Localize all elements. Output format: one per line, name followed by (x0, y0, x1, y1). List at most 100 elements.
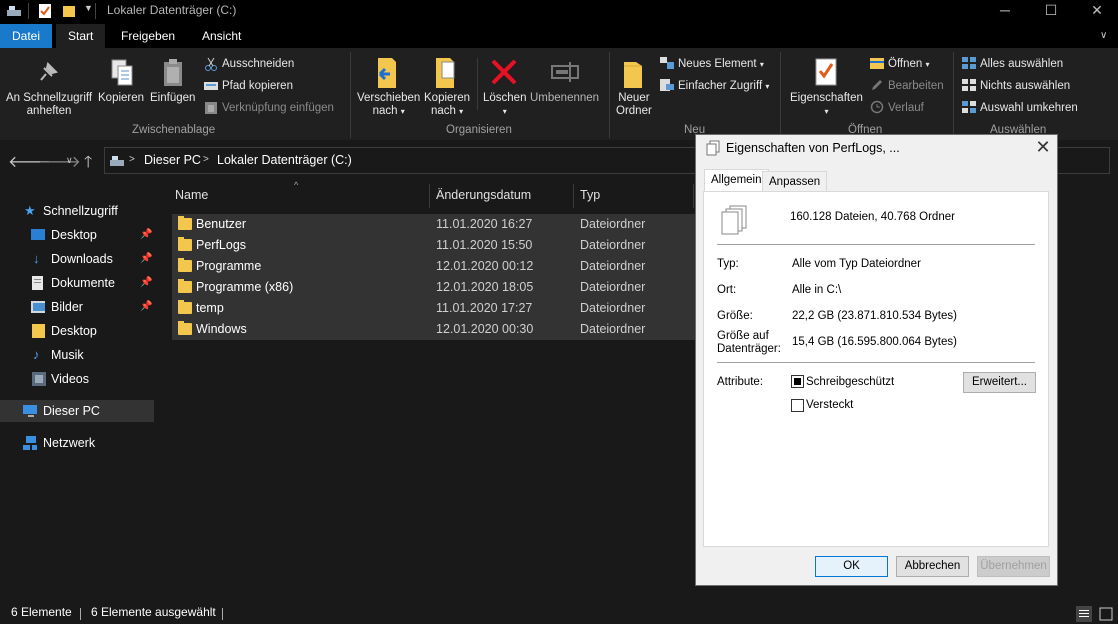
file-date: 12.01.2020 18:05 (436, 280, 534, 294)
customize-quick-access-icon[interactable]: ▼ (84, 3, 93, 13)
desktop-icon (31, 229, 45, 240)
nav-item-network[interactable]: Netzwerk (0, 432, 154, 454)
copy-to-icon (436, 58, 455, 88)
rename-button[interactable]: Umbenennen (530, 92, 599, 105)
tab-share[interactable]: Freigeben (109, 24, 187, 48)
pin-icon (40, 62, 58, 81)
nav-item-desktop-folder[interactable]: Desktop (0, 320, 154, 342)
nav-item-music[interactable]: ♪ Musik (0, 344, 154, 366)
nav-item-documents[interactable]: Dokumente 📌 (0, 272, 154, 294)
copy-icon (111, 59, 133, 86)
breadcrumb-separator-icon[interactable]: > (203, 154, 209, 165)
tab-general[interactable]: Allgemein (704, 169, 769, 192)
readonly-label[interactable]: Schreibgeschützt (806, 376, 894, 388)
attributes-label: Attribute: (717, 376, 764, 388)
tab-view[interactable]: Ansicht (190, 24, 253, 48)
minimize-button[interactable]: ─ (982, 0, 1028, 22)
readonly-checkbox[interactable] (791, 375, 804, 388)
nav-item-desktop[interactable]: Desktop 📌 (0, 224, 154, 246)
folder-icon (178, 300, 192, 314)
up-arrow-icon[interactable]: 🡑 (84, 151, 92, 178)
pin-icon[interactable]: 📌 (140, 272, 152, 294)
size-label: Größe: (717, 310, 753, 322)
size-value: 22,2 GB (23.871.810.534 Bytes) (792, 310, 957, 322)
table-row[interactable]: PerfLogs 11.01.2020 15:50 Dateiordner (172, 235, 696, 256)
multiple-files-large-icon (721, 205, 747, 235)
nav-item-this-pc[interactable]: Dieser PC (0, 400, 154, 422)
properties-dialog: Eigenschaften von PerfLogs, ... ✕ Allgem… (695, 134, 1058, 586)
details-view-icon[interactable] (1076, 606, 1092, 622)
tab-file[interactable]: Datei (0, 24, 53, 48)
recent-locations-chevron-icon[interactable]: ∨ (66, 155, 73, 166)
tab-customize[interactable]: Anpassen (762, 171, 828, 191)
open-button[interactable]: Öffnen ▾ (888, 55, 930, 73)
summary-counts: 160.128 Dateien, 40.768 Ordner (790, 211, 955, 223)
history-button[interactable]: Verlauf (888, 99, 924, 117)
edit-button[interactable]: Bearbeiten (888, 77, 944, 95)
new-item-button[interactable]: Neues Element ▾ (678, 55, 764, 73)
select-all-button[interactable]: Alles auswählen (980, 55, 1063, 73)
cut-button[interactable]: Ausschneiden (222, 55, 294, 73)
paste-shortcut-button[interactable]: Verknüpfung einfügen (222, 99, 334, 117)
nav-item-quick-access[interactable]: ★ Schnellzugriff (0, 200, 154, 222)
select-none-button[interactable]: Nichts auswählen (980, 77, 1070, 95)
copy-to-button[interactable]: Kopieren nach ▾ (424, 92, 470, 118)
new-folder-button[interactable]: Neuer Ordner (616, 92, 652, 118)
hidden-checkbox[interactable] (791, 399, 804, 412)
pin-icon[interactable]: 📌 (140, 248, 152, 270)
forward-arrow-icon[interactable]: 🡒 (38, 151, 81, 172)
table-row[interactable]: temp 11.01.2020 17:27 Dateiordner (172, 298, 696, 319)
new-folder-icon (624, 62, 642, 88)
download-icon: ↓ (33, 251, 40, 266)
advanced-button[interactable]: Erweitert... (963, 372, 1036, 393)
breadcrumb-this-pc[interactable]: Dieser PC (144, 153, 201, 167)
properties-button[interactable]: Eigenschaften ▾ (790, 92, 863, 118)
delete-button[interactable]: Löschen ▾ (483, 92, 526, 118)
breadcrumb-separator-icon[interactable]: > (129, 154, 135, 165)
ribbon-expand-icon[interactable]: ∨ (1100, 30, 1107, 41)
table-row[interactable]: Programme 12.01.2020 00:12 Dateiordner (172, 256, 696, 277)
apply-button[interactable]: Übernehmen (977, 556, 1050, 577)
cancel-button[interactable]: Abbrechen (896, 556, 969, 577)
nav-item-videos[interactable]: Videos (0, 368, 154, 390)
hidden-label[interactable]: Versteckt (806, 399, 853, 411)
paste-button[interactable]: Einfügen (150, 92, 195, 105)
new-folder-quick-icon[interactable] (62, 4, 76, 18)
table-row[interactable]: Windows 12.01.2020 00:30 Dateiordner (172, 319, 696, 340)
folder-icon (178, 321, 192, 335)
dialog-title: Eigenschaften von PerfLogs, ... (726, 141, 900, 155)
copy-path-button[interactable]: Pfad kopieren (222, 77, 293, 95)
ok-button[interactable]: OK (815, 556, 888, 577)
column-header-name[interactable]: Name (175, 188, 208, 202)
pictures-icon (31, 301, 45, 313)
table-row[interactable]: Benutzer 11.01.2020 16:27 Dateiordner (172, 214, 696, 235)
copy-button[interactable]: Kopieren (98, 92, 144, 105)
file-date: 11.01.2020 15:50 (436, 238, 533, 252)
dialog-close-icon[interactable]: ✕ (1030, 136, 1056, 158)
nav-item-pictures[interactable]: Bilder 📌 (0, 296, 154, 318)
properties-quick-icon[interactable] (38, 3, 52, 19)
large-icons-view-icon[interactable] (1098, 606, 1114, 622)
videos-icon (32, 372, 46, 386)
file-type: Dateiordner (580, 301, 646, 315)
tab-start[interactable]: Start (56, 24, 106, 48)
file-date: 11.01.2020 16:27 (436, 217, 533, 231)
maximize-button[interactable]: ☐ (1028, 0, 1074, 22)
column-header-type[interactable]: Typ (580, 188, 600, 202)
ribbon-tabs: Datei Start Freigeben Ansicht ∨ (0, 22, 1118, 48)
close-window-button[interactable]: ✕ (1074, 0, 1118, 22)
nav-item-downloads[interactable]: ↓ Downloads 📌 (0, 248, 154, 270)
move-to-button[interactable]: Verschieben nach ▾ (357, 92, 420, 118)
breadcrumb-local-disk[interactable]: Lokaler Datenträger (C:) (217, 153, 352, 167)
table-row[interactable]: Programme (x86) 12.01.2020 18:05 Dateiordn… (172, 277, 696, 298)
pin-icon[interactable]: 📌 (140, 224, 152, 246)
sort-ascending-icon: ^ (294, 180, 299, 190)
easy-access-button[interactable]: Einfacher Zugriff ▾ (678, 77, 769, 95)
properties-icon (815, 58, 837, 86)
group-label-organize: Organisieren (446, 124, 512, 136)
pin-quick-access-button[interactable]: An Schnellzugriff anheften (6, 92, 92, 118)
invert-selection-button[interactable]: Auswahl umkehren (980, 99, 1078, 117)
column-header-date[interactable]: Änderungsdatum (436, 188, 531, 202)
pin-icon[interactable]: 📌 (140, 296, 152, 318)
file-type: Dateiordner (580, 322, 646, 336)
